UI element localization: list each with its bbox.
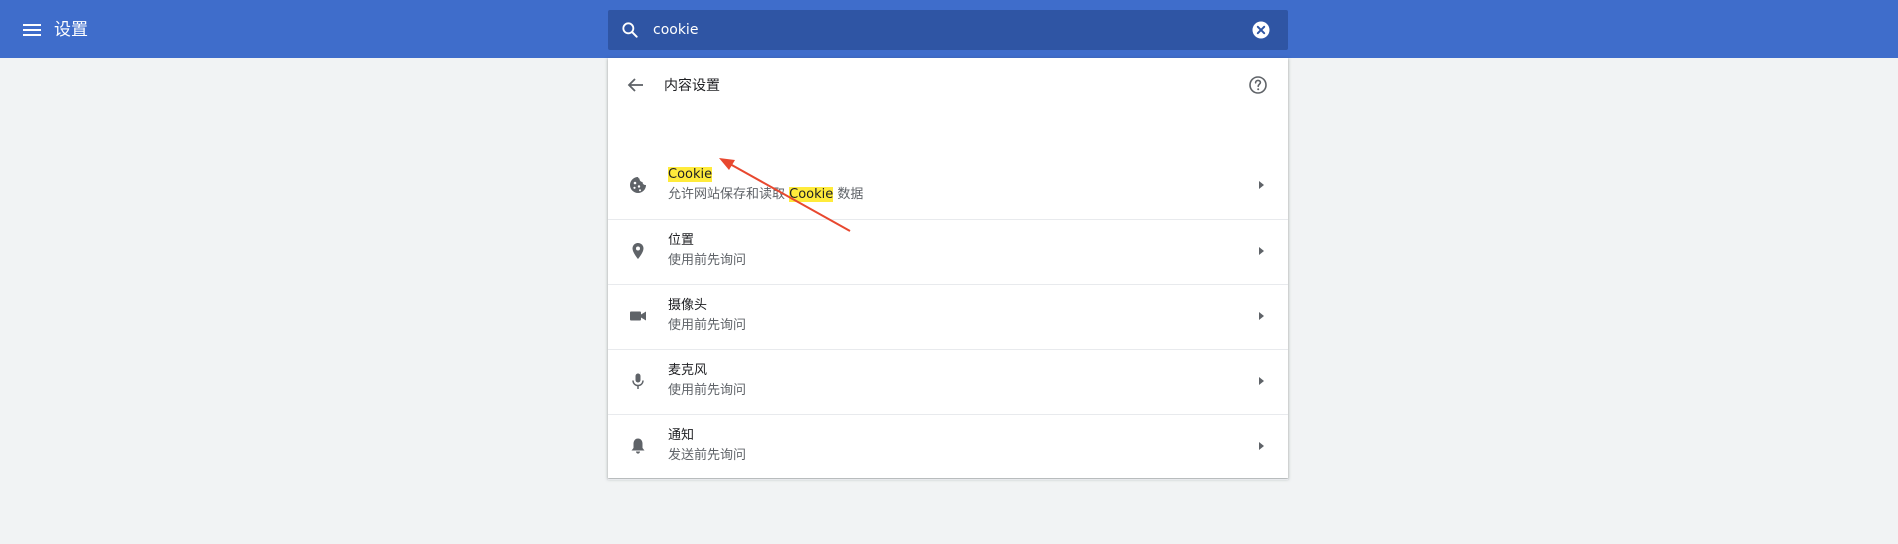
settings-item-subtitle: 使用前先询问 [668, 253, 747, 268]
settings-item-title: 摄像头 [668, 298, 708, 313]
help-circle-icon [1249, 76, 1267, 94]
settings-item-partial[interactable] [608, 479, 1288, 544]
subtitle-text: 数据 [833, 187, 864, 202]
cookie-icon [630, 177, 646, 193]
settings-item-cookie[interactable]: Cookie 允许网站保存和读取 Cookie 数据 [608, 154, 1288, 218]
page-title: 设置 [54, 20, 88, 40]
back-button[interactable] [626, 75, 646, 95]
bell-icon [631, 438, 645, 454]
search-highlight: Cookie [668, 167, 713, 182]
menu-button[interactable] [20, 18, 44, 42]
settings-item-subtitle: 使用前先询问 [668, 383, 747, 398]
settings-item-subtitle: 使用前先询问 [668, 318, 747, 333]
search-highlight: Cookie [789, 187, 834, 202]
arrow-right-icon [1259, 247, 1264, 255]
settings-item-notifications[interactable]: 通知 发送前先询问 [608, 414, 1288, 479]
clear-search-button[interactable] [1252, 21, 1270, 39]
settings-item-subtitle: 发送前先询问 [668, 448, 747, 463]
hamburger-menu-icon [23, 24, 41, 36]
settings-item-title: Cookie [668, 166, 713, 184]
settings-item-microphone[interactable]: 麦克风 使用前先询问 [608, 349, 1288, 414]
settings-item-camera[interactable]: 摄像头 使用前先询问 [608, 284, 1288, 349]
settings-item-subtitle: 允许网站保存和读取 Cookie 数据 [668, 186, 863, 204]
help-button[interactable] [1248, 75, 1268, 95]
content-settings-title: 内容设置 [664, 78, 720, 94]
settings-item-title: 位置 [668, 233, 695, 248]
arrow-right-icon [1259, 312, 1264, 320]
clear-circle-icon [1252, 21, 1270, 39]
arrow-back-icon [627, 78, 643, 92]
subtitle-text: 允许网站保存和读取 [668, 187, 790, 202]
content-settings-card: 内容设置 Cookie 允许网站保存和读取 Cookie 数据 位置 使用前先询… [608, 58, 1288, 480]
content-settings-header: 内容设置 [608, 58, 1288, 116]
camera-icon [630, 311, 646, 321]
search-input[interactable] [653, 10, 1213, 50]
location-pin-icon [632, 243, 644, 259]
search-icon [622, 22, 638, 38]
arrow-right-icon [1259, 442, 1264, 450]
arrow-right-icon [1259, 181, 1264, 189]
search-box [608, 10, 1288, 50]
settings-item-location[interactable]: 位置 使用前先询问 [608, 219, 1288, 284]
top-bar: 设置 [0, 0, 1898, 58]
settings-item-title: 麦克风 [668, 363, 708, 378]
settings-item-title: 通知 [668, 428, 695, 443]
arrow-right-icon [1259, 377, 1264, 385]
microphone-icon [632, 373, 644, 389]
